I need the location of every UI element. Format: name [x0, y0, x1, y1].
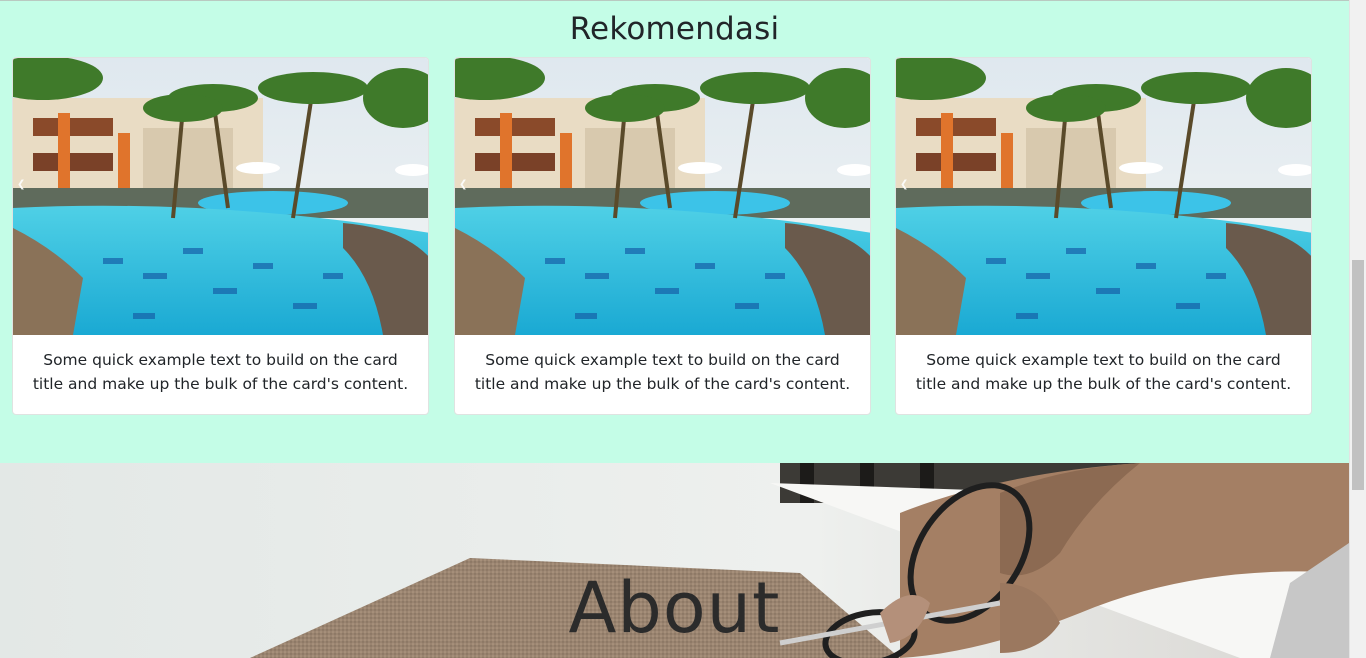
recommendation-card[interactable]: ❮ Some quick example text to build on th…	[12, 57, 429, 415]
about-title: About	[568, 567, 781, 649]
section-title: Rekomendasi	[569, 11, 780, 47]
card-text: Some quick example text to build on the …	[474, 351, 851, 393]
chevron-left-icon[interactable]: ❮	[459, 179, 467, 190]
page: Rekomendasi ❮ Some quick example text to…	[0, 0, 1349, 658]
recommendation-card[interactable]: ❮ Some quick example text to build on th…	[895, 57, 1312, 415]
about-section: About	[0, 463, 1349, 658]
vertical-scrollbar[interactable]	[1349, 0, 1366, 658]
chevron-left-icon[interactable]: ❮	[900, 179, 908, 190]
card-text: Some quick example text to build on the …	[915, 351, 1292, 393]
card-image[interactable]: ❮	[896, 58, 1311, 335]
chevron-left-icon[interactable]: ❮	[17, 179, 25, 190]
recommendation-card[interactable]: ❮ Some quick example text to build on th…	[454, 57, 871, 415]
scrollbar-thumb[interactable]	[1352, 260, 1364, 490]
card-text: Some quick example text to build on the …	[32, 351, 409, 393]
card-image[interactable]: ❮	[13, 58, 428, 335]
card-image[interactable]: ❮	[455, 58, 870, 335]
recommendation-section: Rekomendasi ❮ Some quick example text to…	[0, 0, 1349, 463]
